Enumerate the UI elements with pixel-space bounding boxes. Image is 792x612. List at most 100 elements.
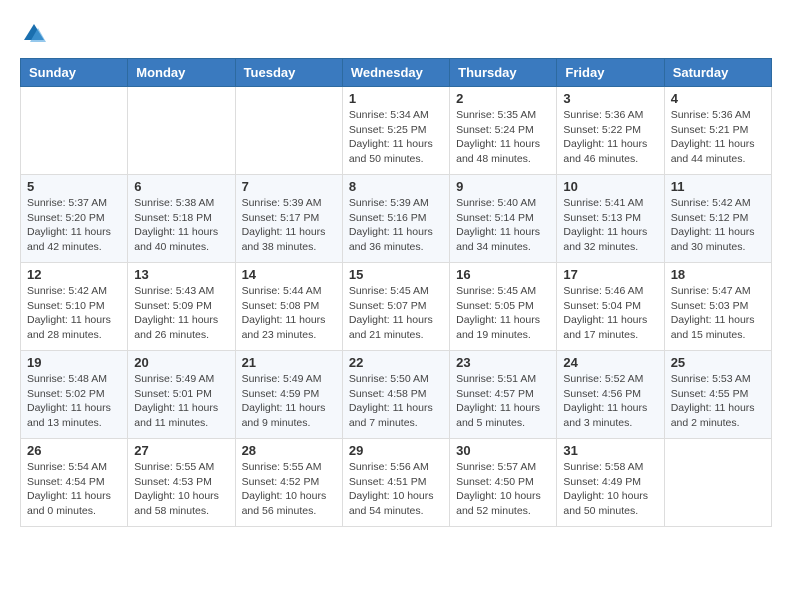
day-info: Sunrise: 5:55 AM Sunset: 4:53 PM Dayligh…	[134, 460, 228, 519]
day-number: 2	[456, 91, 550, 106]
day-number: 15	[349, 267, 443, 282]
calendar-cell: 6 Sunrise: 5:38 AM Sunset: 5:18 PM Daylig…	[128, 175, 235, 263]
day-number: 27	[134, 443, 228, 458]
day-info: Sunrise: 5:46 AM Sunset: 5:04 PM Dayligh…	[563, 284, 657, 343]
day-info: Sunrise: 5:49 AM Sunset: 5:01 PM Dayligh…	[134, 372, 228, 431]
day-info: Sunrise: 5:35 AM Sunset: 5:24 PM Dayligh…	[456, 108, 550, 167]
day-info: Sunrise: 5:47 AM Sunset: 5:03 PM Dayligh…	[671, 284, 765, 343]
day-number: 24	[563, 355, 657, 370]
day-number: 17	[563, 267, 657, 282]
day-info: Sunrise: 5:39 AM Sunset: 5:16 PM Dayligh…	[349, 196, 443, 255]
calendar-cell: 20 Sunrise: 5:49 AM Sunset: 5:01 PM Dayli…	[128, 351, 235, 439]
day-info: Sunrise: 5:41 AM Sunset: 5:13 PM Dayligh…	[563, 196, 657, 255]
weekday-header: Sunday	[21, 59, 128, 87]
day-info: Sunrise: 5:42 AM Sunset: 5:12 PM Dayligh…	[671, 196, 765, 255]
calendar-week-row: 1 Sunrise: 5:34 AM Sunset: 5:25 PM Daylig…	[21, 87, 772, 175]
day-info: Sunrise: 5:36 AM Sunset: 5:22 PM Dayligh…	[563, 108, 657, 167]
day-info: Sunrise: 5:57 AM Sunset: 4:50 PM Dayligh…	[456, 460, 550, 519]
day-number: 31	[563, 443, 657, 458]
day-number: 20	[134, 355, 228, 370]
logo-icon	[20, 20, 48, 48]
calendar-cell: 7 Sunrise: 5:39 AM Sunset: 5:17 PM Daylig…	[235, 175, 342, 263]
day-number: 9	[456, 179, 550, 194]
day-info: Sunrise: 5:54 AM Sunset: 4:54 PM Dayligh…	[27, 460, 121, 519]
calendar-week-row: 19Sunrise: 5:48 AM Sunset: 5:02 PM Dayli…	[21, 351, 772, 439]
calendar-cell: 24 Sunrise: 5:52 AM Sunset: 4:56 PM Dayli…	[557, 351, 664, 439]
day-number: 26	[27, 443, 121, 458]
calendar-table: SundayMondayTuesdayWednesdayThursdayFrid…	[20, 58, 772, 527]
calendar-cell: 30 Sunrise: 5:57 AM Sunset: 4:50 PM Dayli…	[450, 439, 557, 527]
day-number: 29	[349, 443, 443, 458]
day-info: Sunrise: 5:52 AM Sunset: 4:56 PM Dayligh…	[563, 372, 657, 431]
day-info: Sunrise: 5:50 AM Sunset: 4:58 PM Dayligh…	[349, 372, 443, 431]
calendar-cell: 26 Sunrise: 5:54 AM Sunset: 4:54 PM Dayli…	[21, 439, 128, 527]
calendar-cell: 11 Sunrise: 5:42 AM Sunset: 5:12 PM Dayli…	[664, 175, 771, 263]
day-number: 3	[563, 91, 657, 106]
calendar-cell: 14 Sunrise: 5:44 AM Sunset: 5:08 PM Dayli…	[235, 263, 342, 351]
logo	[20, 20, 50, 48]
day-info: Sunrise: 5:38 AM Sunset: 5:18 PM Dayligh…	[134, 196, 228, 255]
day-info: Sunrise: 5:51 AM Sunset: 4:57 PM Dayligh…	[456, 372, 550, 431]
weekday-header: Wednesday	[342, 59, 449, 87]
calendar-cell: 4Sunrise: 5:36 AM Sunset: 5:21 PM Daylig…	[664, 87, 771, 175]
day-info: Sunrise: 5:39 AM Sunset: 5:17 PM Dayligh…	[242, 196, 336, 255]
calendar-cell: 16 Sunrise: 5:45 AM Sunset: 5:05 PM Dayli…	[450, 263, 557, 351]
calendar-cell: 27 Sunrise: 5:55 AM Sunset: 4:53 PM Dayli…	[128, 439, 235, 527]
calendar-cell: 9 Sunrise: 5:40 AM Sunset: 5:14 PM Daylig…	[450, 175, 557, 263]
day-info: Sunrise: 5:40 AM Sunset: 5:14 PM Dayligh…	[456, 196, 550, 255]
calendar-cell: 21Sunrise: 5:49 AM Sunset: 4:59 PM Dayli…	[235, 351, 342, 439]
day-number: 14	[242, 267, 336, 282]
day-info: Sunrise: 5:34 AM Sunset: 5:25 PM Dayligh…	[349, 108, 443, 167]
day-number: 18	[671, 267, 765, 282]
day-number: 16	[456, 267, 550, 282]
calendar-cell: 31 Sunrise: 5:58 AM Sunset: 4:49 PM Dayli…	[557, 439, 664, 527]
weekday-header: Saturday	[664, 59, 771, 87]
day-number: 13	[134, 267, 228, 282]
calendar-header-row: SundayMondayTuesdayWednesdayThursdayFrid…	[21, 59, 772, 87]
calendar-cell: 29Sunrise: 5:56 AM Sunset: 4:51 PM Dayli…	[342, 439, 449, 527]
calendar-cell	[128, 87, 235, 175]
calendar-cell	[21, 87, 128, 175]
day-number: 7	[242, 179, 336, 194]
calendar-cell: 2 Sunrise: 5:35 AM Sunset: 5:24 PM Daylig…	[450, 87, 557, 175]
calendar-cell: 18 Sunrise: 5:47 AM Sunset: 5:03 PM Dayli…	[664, 263, 771, 351]
day-number: 11	[671, 179, 765, 194]
calendar-cell: 12 Sunrise: 5:42 AM Sunset: 5:10 PM Dayli…	[21, 263, 128, 351]
day-info: Sunrise: 5:49 AM Sunset: 4:59 PM Dayligh…	[242, 372, 336, 431]
day-number: 30	[456, 443, 550, 458]
calendar-week-row: 12 Sunrise: 5:42 AM Sunset: 5:10 PM Dayli…	[21, 263, 772, 351]
calendar-cell: 19Sunrise: 5:48 AM Sunset: 5:02 PM Dayli…	[21, 351, 128, 439]
calendar-cell: 3 Sunrise: 5:36 AM Sunset: 5:22 PM Daylig…	[557, 87, 664, 175]
day-info: Sunrise: 5:55 AM Sunset: 4:52 PM Dayligh…	[242, 460, 336, 519]
calendar-cell: 15 Sunrise: 5:45 AM Sunset: 5:07 PM Dayli…	[342, 263, 449, 351]
day-number: 12	[27, 267, 121, 282]
day-number: 8	[349, 179, 443, 194]
day-number: 10	[563, 179, 657, 194]
calendar-cell: 28 Sunrise: 5:55 AM Sunset: 4:52 PM Dayli…	[235, 439, 342, 527]
calendar-cell: 13Sunrise: 5:43 AM Sunset: 5:09 PM Dayli…	[128, 263, 235, 351]
day-number: 1	[349, 91, 443, 106]
calendar-cell: 25 Sunrise: 5:53 AM Sunset: 4:55 PM Dayli…	[664, 351, 771, 439]
day-info: Sunrise: 5:44 AM Sunset: 5:08 PM Dayligh…	[242, 284, 336, 343]
calendar-cell: 17 Sunrise: 5:46 AM Sunset: 5:04 PM Dayli…	[557, 263, 664, 351]
day-number: 5	[27, 179, 121, 194]
day-info: Sunrise: 5:42 AM Sunset: 5:10 PM Dayligh…	[27, 284, 121, 343]
day-number: 6	[134, 179, 228, 194]
calendar-cell: 10 Sunrise: 5:41 AM Sunset: 5:13 PM Dayli…	[557, 175, 664, 263]
day-info: Sunrise: 5:53 AM Sunset: 4:55 PM Dayligh…	[671, 372, 765, 431]
calendar-cell: 8 Sunrise: 5:39 AM Sunset: 5:16 PM Daylig…	[342, 175, 449, 263]
day-info: Sunrise: 5:58 AM Sunset: 4:49 PM Dayligh…	[563, 460, 657, 519]
day-info: Sunrise: 5:36 AM Sunset: 5:21 PM Dayligh…	[671, 108, 765, 167]
day-number: 28	[242, 443, 336, 458]
day-info: Sunrise: 5:45 AM Sunset: 5:07 PM Dayligh…	[349, 284, 443, 343]
weekday-header: Tuesday	[235, 59, 342, 87]
calendar-cell: 1 Sunrise: 5:34 AM Sunset: 5:25 PM Daylig…	[342, 87, 449, 175]
calendar-cell	[664, 439, 771, 527]
day-number: 25	[671, 355, 765, 370]
day-number: 22	[349, 355, 443, 370]
day-number: 23	[456, 355, 550, 370]
calendar-cell: 22 Sunrise: 5:50 AM Sunset: 4:58 PM Dayli…	[342, 351, 449, 439]
calendar-cell: 5 Sunrise: 5:37 AM Sunset: 5:20 PM Daylig…	[21, 175, 128, 263]
day-info: Sunrise: 5:37 AM Sunset: 5:20 PM Dayligh…	[27, 196, 121, 255]
day-info: Sunrise: 5:45 AM Sunset: 5:05 PM Dayligh…	[456, 284, 550, 343]
